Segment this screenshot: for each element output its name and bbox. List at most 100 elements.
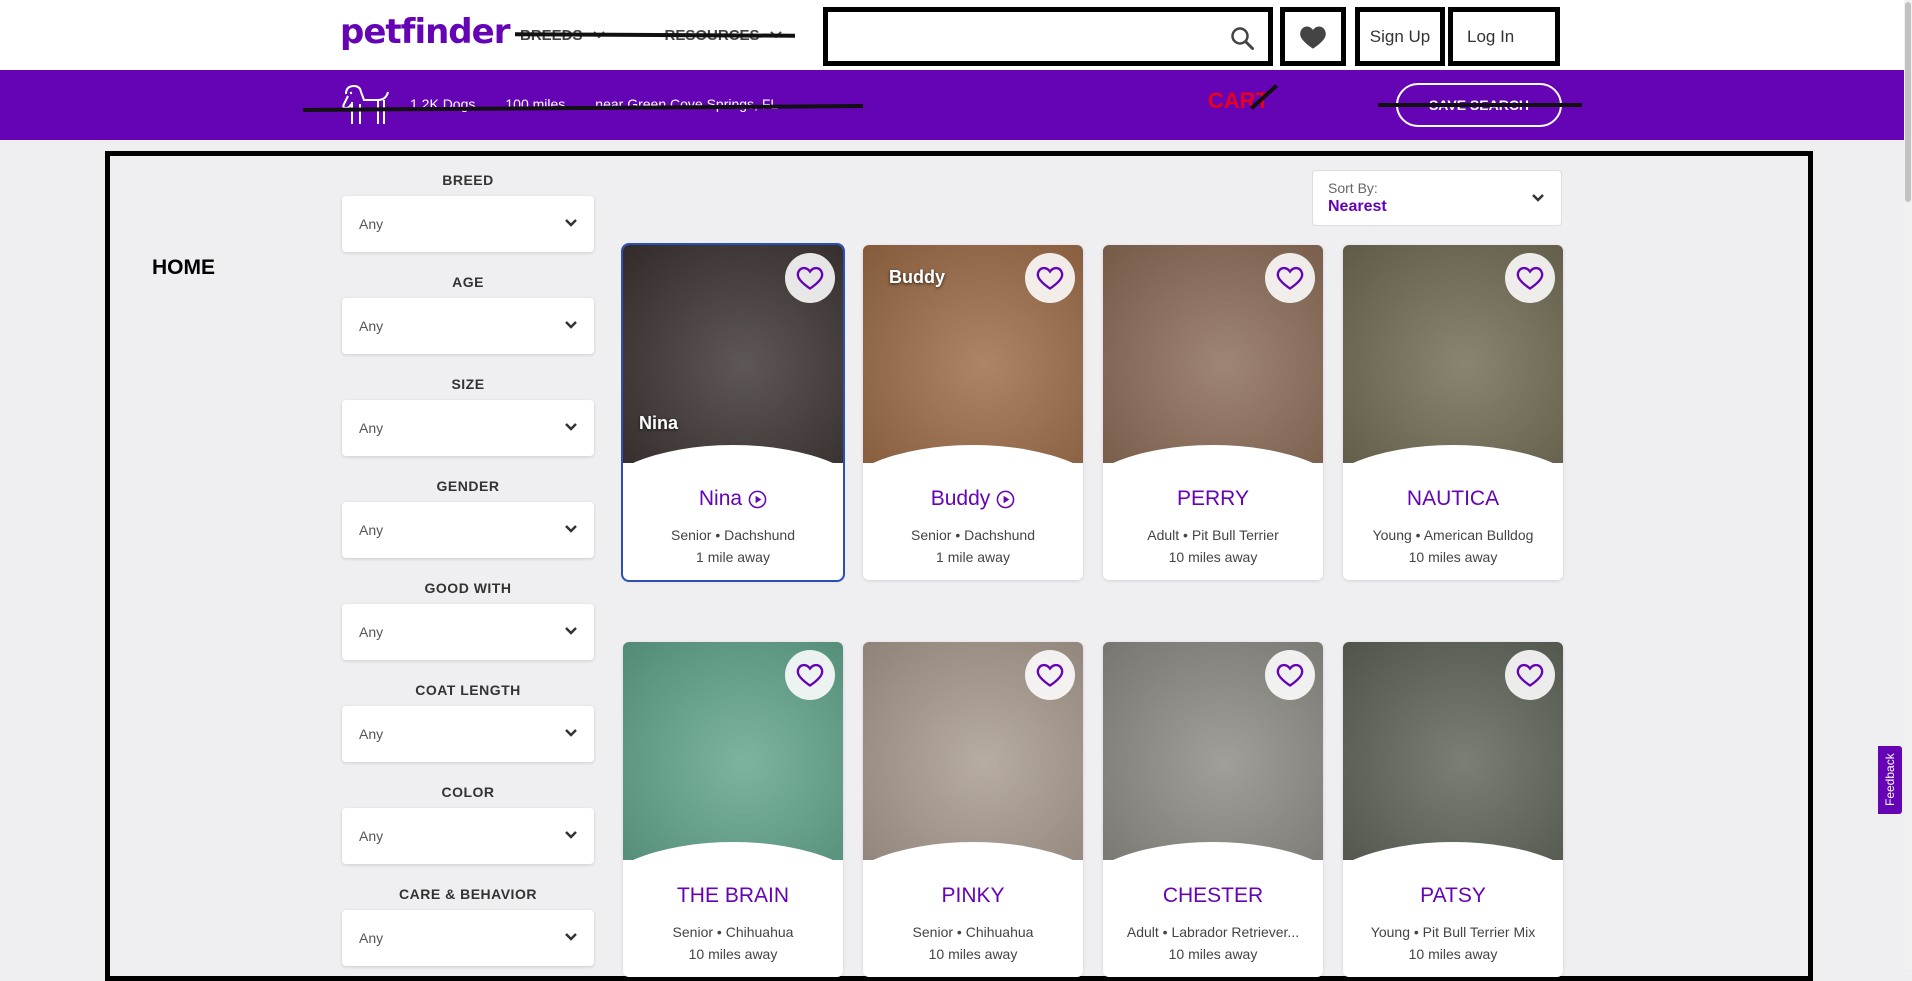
chevron-down-icon bbox=[1532, 194, 1544, 202]
filter-value: Any bbox=[359, 726, 384, 742]
strike-through-mark bbox=[1378, 103, 1582, 107]
pet-card[interactable]: Buddy Buddy Senior • Dachshund 1 mile away bbox=[863, 245, 1083, 580]
filter-label: AGE bbox=[452, 274, 484, 290]
filter-value: Any bbox=[359, 828, 384, 844]
pet-breed: Pit Bull Terrier Mix bbox=[1422, 924, 1536, 940]
scrollbar-thumb[interactable] bbox=[1905, 2, 1911, 202]
dog-icon bbox=[342, 84, 389, 124]
pet-age: Adult bbox=[1126, 924, 1159, 940]
heart-outline-icon bbox=[796, 266, 824, 290]
pet-name[interactable]: PINKY bbox=[863, 884, 1083, 908]
filter-label: CARE & BEHAVIOR bbox=[399, 886, 537, 902]
favorite-button[interactable] bbox=[1265, 650, 1315, 700]
pet-age: Senior bbox=[912, 924, 954, 940]
pet-card[interactable]: THE BRAIN Senior • Chihuahua 10 miles away bbox=[623, 642, 843, 977]
heart-outline-icon bbox=[1516, 266, 1544, 290]
filter-select[interactable]: Any bbox=[342, 706, 594, 762]
top-header: petfinder BREEDS RESOURCES Sign Up Log I… bbox=[0, 0, 1912, 70]
separator-dot: • bbox=[951, 527, 965, 543]
favorite-button[interactable] bbox=[1265, 253, 1315, 303]
pet-name[interactable]: CHESTER bbox=[1103, 884, 1323, 908]
pet-name[interactable]: THE BRAIN bbox=[623, 884, 843, 908]
favorite-button[interactable] bbox=[1505, 650, 1555, 700]
pet-age: Adult bbox=[1147, 527, 1180, 543]
chevron-down-icon bbox=[565, 525, 577, 533]
search-summary-bar: 1.2K Dogs 100 miles near Green Cove Spri… bbox=[0, 70, 1904, 140]
pet-distance: 10 miles away bbox=[928, 946, 1018, 962]
feedback-tab[interactable]: Feedback bbox=[1878, 746, 1902, 814]
pet-name-text: Nina bbox=[698, 487, 743, 510]
pet-card[interactable]: PERRY Adult • Pit Bull Terrier 10 miles aw… bbox=[1103, 245, 1323, 580]
separator-dot: • bbox=[1411, 527, 1424, 543]
heart-outline-icon bbox=[796, 663, 824, 687]
pet-card[interactable]: NAUTICA Young • American Bulldog 10 miles … bbox=[1343, 245, 1563, 580]
search-icon[interactable] bbox=[1230, 26, 1256, 52]
photo-name-overlay: Buddy bbox=[889, 267, 945, 287]
favorite-button[interactable] bbox=[1505, 253, 1555, 303]
chevron-down-icon bbox=[565, 423, 577, 431]
heart-outline-icon bbox=[1516, 663, 1544, 687]
pet-details: Senior • Dachshund bbox=[623, 527, 843, 543]
log-in-button[interactable]: Log In bbox=[1448, 7, 1560, 66]
pet-card[interactable]: CHESTER Adult • Labrador Retriever... 10 m… bbox=[1103, 642, 1323, 977]
pet-details: Senior • Chihuahua bbox=[863, 924, 1083, 940]
heart-outline-icon bbox=[1036, 663, 1064, 687]
favorite-button[interactable] bbox=[1025, 253, 1075, 303]
pet-name-text: NAUTICA bbox=[1406, 487, 1500, 510]
filter-label: BREED bbox=[442, 172, 494, 188]
pet-name[interactable]: NAUTICA bbox=[1343, 487, 1563, 511]
pet-name[interactable]: PATSY bbox=[1343, 884, 1563, 908]
favorite-button[interactable] bbox=[785, 650, 835, 700]
pet-name-text: THE BRAIN bbox=[676, 884, 789, 907]
pet-card[interactable]: PATSY Young • Pit Bull Terrier Mix 10 mile… bbox=[1343, 642, 1563, 977]
pet-details: Senior • Dachshund bbox=[863, 527, 1083, 543]
photo-name-overlay: Nina bbox=[639, 413, 679, 433]
separator-dot: • bbox=[1179, 527, 1192, 543]
pet-distance: 10 miles away bbox=[688, 946, 778, 962]
chevron-down-icon bbox=[565, 627, 577, 635]
pet-breed: Dachshund bbox=[964, 527, 1035, 543]
filter-select[interactable]: Any bbox=[342, 910, 594, 966]
pet-breed: Pit Bull Terrier bbox=[1191, 527, 1279, 543]
filter-select[interactable]: Any bbox=[342, 808, 594, 864]
favorites-button[interactable] bbox=[1280, 7, 1346, 66]
chevron-down-icon bbox=[565, 831, 577, 839]
sign-up-button[interactable]: Sign Up bbox=[1355, 7, 1445, 66]
pet-details: Adult • Labrador Retriever... bbox=[1103, 924, 1323, 940]
sort-label: Sort By: bbox=[1328, 180, 1378, 196]
favorite-button[interactable] bbox=[1025, 650, 1075, 700]
filter-label: GOOD WITH bbox=[424, 580, 512, 596]
pet-details: Young • American Bulldog bbox=[1343, 527, 1563, 543]
pet-name[interactable]: PERRY bbox=[1103, 487, 1323, 511]
filter-select[interactable]: Any bbox=[342, 502, 594, 558]
chevron-down-icon bbox=[565, 321, 577, 329]
filter-value: Any bbox=[359, 216, 384, 232]
pet-name[interactable]: Nina bbox=[623, 487, 843, 511]
filter-value: Any bbox=[359, 930, 384, 946]
sort-dropdown[interactable]: Sort By: Nearest bbox=[1312, 170, 1562, 226]
pet-distance: 10 miles away bbox=[1168, 549, 1258, 565]
chevron-down-icon bbox=[565, 219, 577, 227]
separator-dot: • bbox=[713, 924, 726, 940]
filter-select[interactable]: Any bbox=[342, 400, 594, 456]
pet-card[interactable]: Nina Nina Senior • Dachshund 1 mile away bbox=[621, 243, 845, 582]
search-input[interactable] bbox=[823, 7, 1273, 66]
pet-details: Adult • Pit Bull Terrier bbox=[1103, 527, 1323, 543]
pet-name-text: Buddy bbox=[930, 487, 991, 510]
pet-age: Senior bbox=[672, 924, 714, 940]
heart-outline-icon bbox=[1036, 266, 1064, 290]
filter-select[interactable]: Any bbox=[342, 298, 594, 354]
video-play-icon bbox=[996, 490, 1015, 508]
pet-age: Senior bbox=[911, 527, 952, 543]
pet-card[interactable]: PINKY Senior • Chihuahua 10 miles away bbox=[863, 642, 1083, 977]
favorite-button[interactable] bbox=[785, 253, 835, 303]
pet-breed: Chihuahua bbox=[965, 924, 1034, 940]
filter-select[interactable]: Any bbox=[342, 196, 594, 252]
pet-name[interactable]: Buddy bbox=[863, 487, 1083, 511]
petfinder-logo[interactable]: petfinder bbox=[340, 12, 510, 52]
filter-value: Any bbox=[359, 318, 384, 334]
pet-distance: 10 miles away bbox=[1408, 549, 1498, 565]
filter-select[interactable]: Any bbox=[342, 604, 594, 660]
pet-age: Senior bbox=[671, 527, 712, 543]
filter-label: GENDER bbox=[436, 478, 500, 494]
